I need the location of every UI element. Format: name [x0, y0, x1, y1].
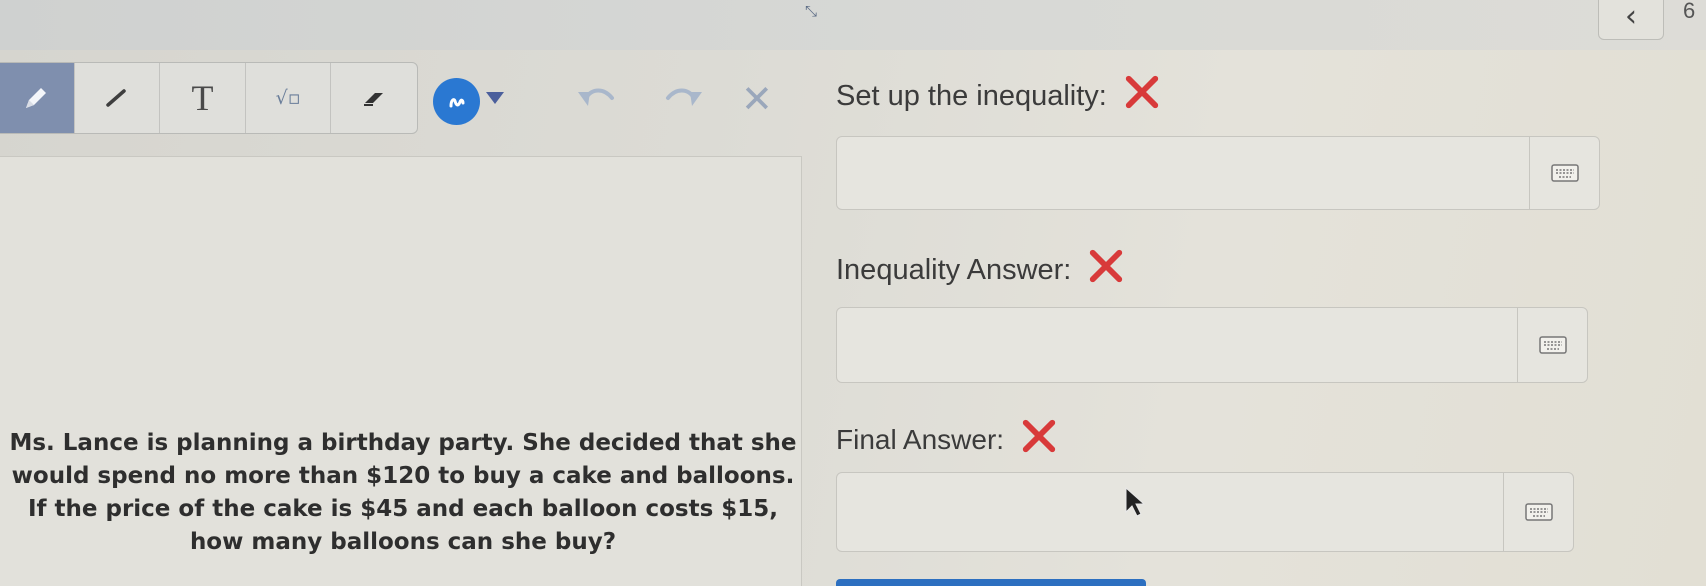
answer-label-text: Final Answer:: [836, 424, 1005, 455]
inequality-setup-input[interactable]: [836, 136, 1600, 210]
text-tool-icon: T: [191, 78, 214, 118]
answer-label-inequality-setup: Set up the inequality:: [836, 73, 1161, 113]
redo-button[interactable]: [662, 84, 706, 119]
keyboard-icon: [1524, 503, 1553, 521]
color-dropdown-caret[interactable]: [486, 92, 504, 104]
color-picker-button[interactable]: [433, 78, 480, 125]
keyboard-button[interactable]: [1517, 308, 1587, 382]
keyboard-button[interactable]: [1529, 137, 1599, 209]
eraser-icon: [364, 93, 384, 106]
keyboard-button[interactable]: [1503, 473, 1573, 551]
clear-canvas-button[interactable]: ✕: [741, 80, 773, 118]
incorrect-x-icon: [1125, 75, 1159, 109]
top-bar: ⤡ ‹ 6: [0, 0, 1706, 50]
redo-icon: [666, 88, 702, 106]
eraser-tool[interactable]: [331, 63, 417, 133]
submit-button[interactable]: [836, 579, 1146, 586]
expand-icon[interactable]: ⤡: [805, 2, 817, 20]
line-tool[interactable]: [75, 63, 161, 133]
back-button[interactable]: ‹: [1598, 0, 1664, 40]
undo-icon: [578, 88, 614, 106]
keyboard-icon: [1550, 164, 1579, 182]
answer-label-final-answer: Final Answer:: [836, 417, 1058, 456]
pencil-icon: [26, 88, 47, 108]
undo-button[interactable]: [574, 84, 618, 119]
math-tool[interactable]: √▫: [246, 63, 332, 133]
final-answer-input[interactable]: [836, 472, 1574, 552]
keyboard-icon: [1538, 336, 1567, 354]
page-number: 6: [1683, 0, 1696, 23]
inequality-answer-input[interactable]: [836, 307, 1588, 383]
mouse-cursor-icon: [1125, 486, 1146, 517]
pen-stroke-icon: [449, 97, 464, 107]
answer-label-text: Set up the inequality:: [836, 80, 1107, 112]
incorrect-x-icon: [1090, 249, 1123, 283]
incorrect-x-icon: [1022, 419, 1056, 453]
drawing-toolbar: T √▫: [0, 62, 418, 134]
pencil-tool[interactable]: [0, 63, 75, 133]
line-icon: [106, 89, 126, 107]
problem-text: Ms. Lance is planning a birthday party. …: [9, 430, 797, 555]
chevron-left-icon: ‹: [1625, 0, 1637, 34]
sqrt-icon: √▫: [275, 87, 301, 109]
text-tool[interactable]: T: [160, 63, 246, 133]
answer-label-text: Inequality Answer:: [836, 254, 1072, 286]
answer-label-inequality-answer: Inequality Answer:: [836, 247, 1125, 287]
